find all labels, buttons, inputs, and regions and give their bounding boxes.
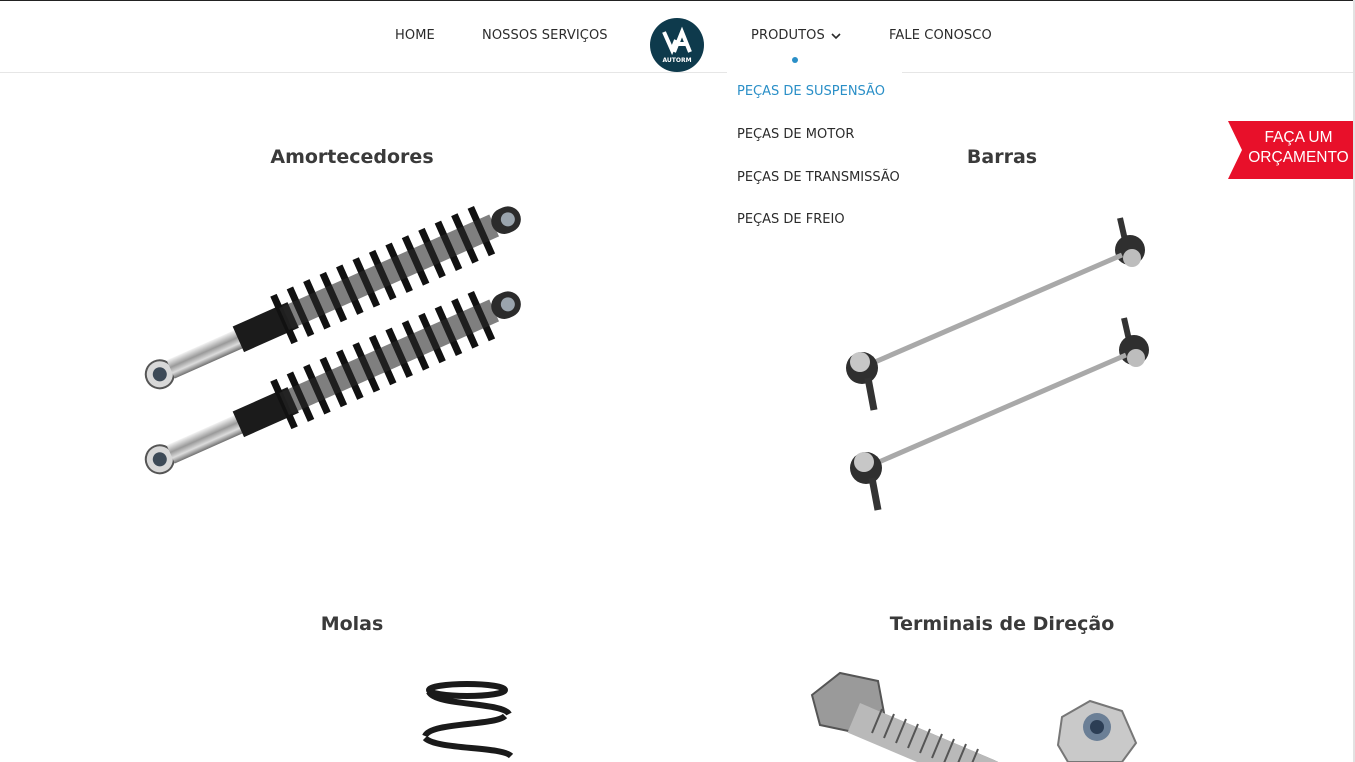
nav-products[interactable]: PRODUTOS xyxy=(751,28,825,43)
products-dropdown-menu: PEÇAS DE SUSPENSÃO PEÇAS DE MOTOR PEÇAS … xyxy=(727,72,902,242)
logo-text: AUTORM xyxy=(662,57,691,64)
dropdown-item-suspensao[interactable]: PEÇAS DE SUSPENSÃO xyxy=(737,84,885,99)
product-image-amortecedores[interactable] xyxy=(127,200,577,535)
nav-home[interactable]: HOME xyxy=(395,28,435,43)
product-image-barras[interactable] xyxy=(840,210,1165,520)
product-image-terminais[interactable] xyxy=(800,665,1145,762)
dropdown-item-freio[interactable]: PEÇAS DE FREIO xyxy=(737,212,845,227)
active-indicator-dot xyxy=(792,57,798,63)
quote-cta-label: FAÇA UM ORÇAMENTO xyxy=(1242,128,1355,168)
dropdown-item-motor[interactable]: PEÇAS DE MOTOR xyxy=(737,127,854,142)
cta-line-2: ORÇAMENTO xyxy=(1248,149,1349,166)
product-image-molas[interactable] xyxy=(415,680,520,762)
dropdown-item-transmissao[interactable]: PEÇAS DE TRANSMISSÃO xyxy=(737,170,900,185)
site-header: HOME NOSSOS SERVIÇOS AUTORM PRODUTOS FAL… xyxy=(0,1,1355,73)
nav-services[interactable]: NOSSOS SERVIÇOS xyxy=(482,28,608,43)
product-title-molas: Molas xyxy=(320,613,384,635)
nav-contact[interactable]: FALE CONOSCO xyxy=(889,28,992,43)
cta-line-1: FAÇA UM xyxy=(1264,129,1333,146)
site-logo[interactable]: AUTORM xyxy=(650,18,704,72)
logo-emblem-icon: AUTORM xyxy=(650,18,704,72)
chevron-down-icon[interactable] xyxy=(830,31,842,41)
product-title-amortecedores: Amortecedores xyxy=(270,146,434,168)
product-title-terminais: Terminais de Direção xyxy=(889,613,1115,635)
